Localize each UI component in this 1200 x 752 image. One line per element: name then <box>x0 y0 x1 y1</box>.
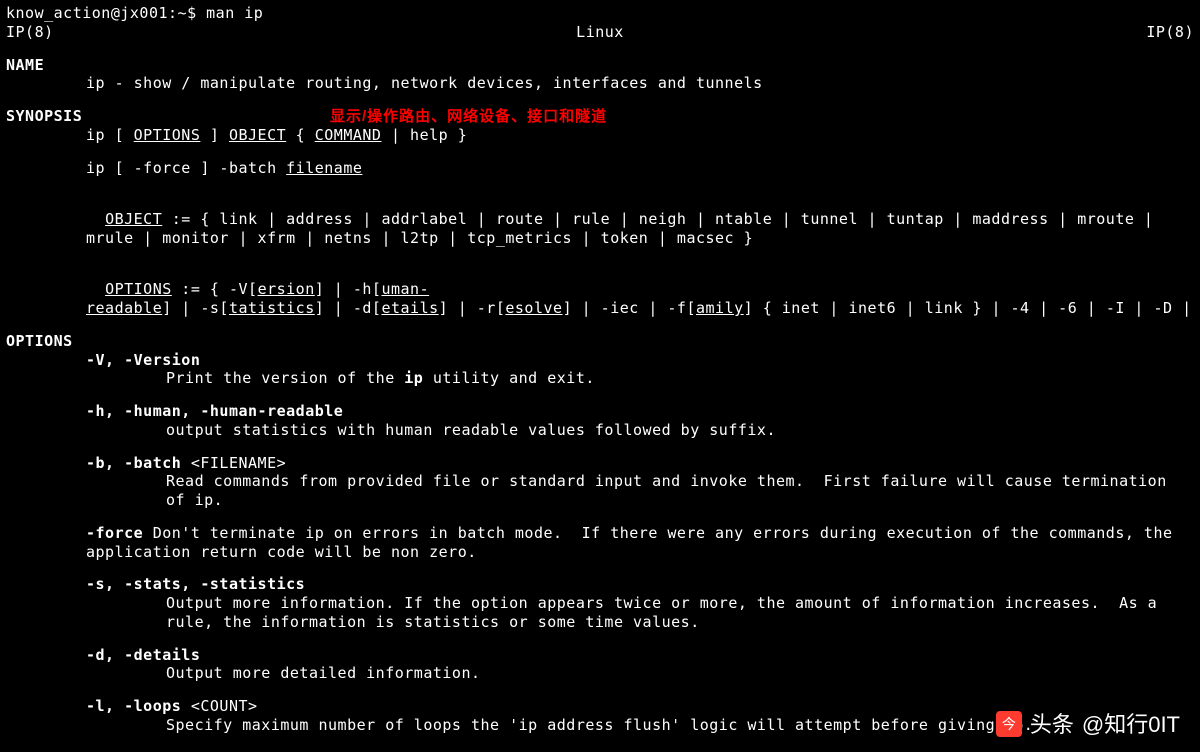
options-label: OPTIONS <box>105 280 172 298</box>
man-header: IP(8) Linux IP(8) <box>6 23 1194 42</box>
option-stats-desc: Output more information. If the option a… <box>6 594 1194 632</box>
section-options-title: OPTIONS <box>6 332 1194 351</box>
options-def: OPTIONS := { -V[ersion] | -h[uman-readab… <box>6 262 1194 318</box>
terminal-output: know_action@jx001:~$ man ip IP(8) Linux … <box>6 4 1194 735</box>
synopsis-object: OBJECT <box>229 126 286 144</box>
option-batch: -b, -batch <FILENAME> <box>6 454 1194 473</box>
watermark-author: @知行0IT <box>1082 711 1180 739</box>
red-annotation: 显示/操作路由、网络设备、接口和隧道 <box>330 108 607 127</box>
name-text: ip - show / manipulate routing, network … <box>6 74 1194 93</box>
option-human: -h, -human, -human-readable <box>6 402 1194 421</box>
option-human-desc: output statistics with human readable va… <box>6 421 1194 440</box>
watermark-brand: 头条 <box>1030 711 1074 739</box>
watermark: 今 头条 @知行0IT <box>996 711 1180 739</box>
option-force: -force Don't terminate ip on errors in b… <box>6 524 1194 562</box>
option-batch-desc: Read commands from provided file or stan… <box>6 472 1194 510</box>
option-details: -d, -details <box>6 646 1194 665</box>
synopsis-options: OPTIONS <box>134 126 201 144</box>
option-version-desc: Print the version of the ip utility and … <box>6 369 1194 388</box>
object-def: OBJECT := { link | address | addrlabel |… <box>6 191 1194 247</box>
synopsis-command: COMMAND <box>315 126 382 144</box>
section-name-title: NAME <box>6 56 1194 75</box>
header-left: IP(8) <box>6 23 54 42</box>
header-center: Linux <box>576 23 624 42</box>
watermark-icon: 今 <box>996 711 1022 737</box>
option-stats: -s, -stats, -statistics <box>6 575 1194 594</box>
option-version: -V, -Version <box>6 351 1194 370</box>
object-label: OBJECT <box>105 210 162 228</box>
option-details-desc: Output more detailed information. <box>6 664 1194 683</box>
synopsis-line-2: ip [ -force ] -batch filename <box>6 159 1194 178</box>
synopsis-line-1: ip [ OPTIONS ] OBJECT { COMMAND | help } <box>6 126 1194 145</box>
synopsis-filename: filename <box>286 159 362 177</box>
shell-prompt[interactable]: know_action@jx001:~$ man ip <box>6 4 1194 23</box>
header-right: IP(8) <box>1146 23 1194 42</box>
